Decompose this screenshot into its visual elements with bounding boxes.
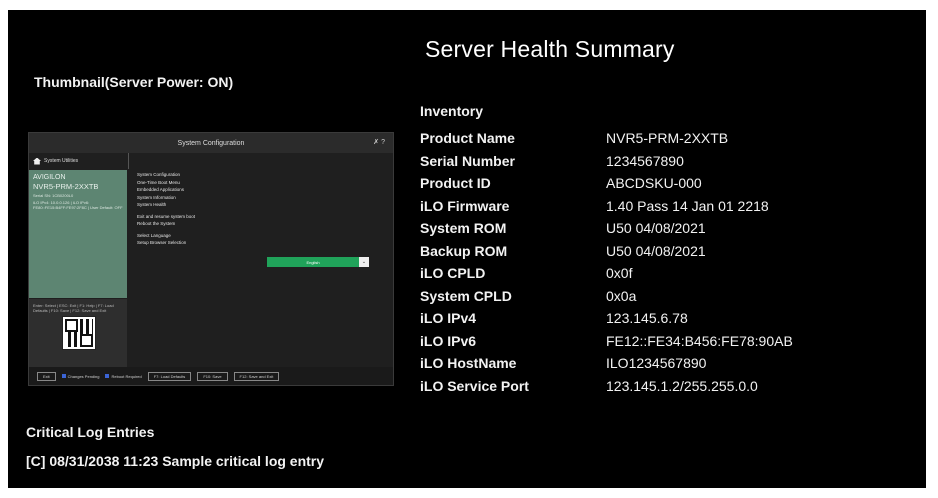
thumbnail-f7-button: F7: Load Defaults [147,371,192,381]
inventory-row: System ROM U50 04/08/2021 [420,217,793,240]
inventory-value: FE12::FE34:B456:FE78:90AB [606,332,793,349]
inventory-row: Backup ROM U50 04/08/2021 [420,240,793,263]
inventory-label: iLO CPLD [420,265,486,282]
inventory-row: Product ID ABCDSKU-000 [420,172,793,195]
inventory-label: iLO IPv4 [420,310,477,327]
inventory-label: Serial Number [420,152,515,169]
inventory-row: System CPLD 0x0a [420,285,793,308]
inventory-row: iLO CPLD 0x0f [420,262,793,285]
inventory-value: NVR5-PRM-2XXTB [606,130,729,147]
inventory-value: 123.145.6.78 [606,310,688,327]
thumbnail-menu-item: System Information [137,194,176,200]
inventory-table: Product Name NVR5-PRM-2XXTB Serial Numbe… [420,127,793,397]
page-title: Server Health Summary [425,36,675,62]
inventory-row: Product Name NVR5-PRM-2XXTB [420,127,793,150]
inventory-value: U50 04/08/2021 [606,242,706,259]
thumbnail-breadcrumb-label: System Utilities [44,158,79,164]
inventory-label: Product Name [420,130,515,147]
status-square-icon [61,374,66,379]
thumbnail-footer: Exit Changes Pending Reboot Required F7:… [29,367,393,385]
inventory-label: iLO HostName [420,355,517,372]
status-square-icon [105,374,110,379]
inventory-label: System ROM [420,220,507,237]
chevron-down-icon: ⌄ [359,257,369,267]
inventory-label: iLO Firmware [420,197,510,214]
thumbnail-keys-help: Enter: Select | ESC: Exit | F1: Help | F… [33,303,114,313]
thumbnail-f10-button: F10: Save [197,371,228,381]
thumbnail-header: System Configuration ✗ ? [29,133,393,153]
thumbnail-menu-item: System Health [137,202,167,207]
inventory-row: iLO IPv4 123.145.6.78 [420,307,793,330]
inventory-label: Product ID [420,175,491,192]
thumbnail-header-title: System Configuration [177,139,245,147]
thumbnail-reboot-required: Reboot Required [105,374,142,379]
thumbnail-exit-button: Exit [37,371,56,381]
inventory-label: iLO Service Port [420,377,529,394]
thumbnail-menu-item: Reboot the System [137,221,176,226]
inventory-value: 1.40 Pass 14 Jan 01 2218 [606,197,769,214]
home-icon [33,157,41,165]
thumbnail-breadcrumb: System Utilities [29,153,129,169]
server-screen-thumbnail[interactable]: System Configuration ✗ ? System Utilitie… [28,132,394,386]
critical-log-title: Critical Log Entries [26,424,155,440]
thumbnail-menu-item: Exit and resume system boot [137,213,196,219]
inventory-value: 123.145.1.2/255.255.0.0 [606,377,758,394]
inventory-row: iLO Firmware 1.40 Pass 14 Jan 01 2218 [420,195,793,218]
inventory-title: Inventory [420,103,484,119]
thumbnail-language-select: English [267,257,359,267]
qr-code-icon [62,316,96,350]
thumbnail-device-brand: AVIGILON [33,174,66,181]
thumbnail-device-model: NVR5-PRM-2XXTB [33,182,99,191]
inventory-value: 1234567890 [606,152,684,169]
thumbnail-changes-pending: Changes Pending [61,374,99,379]
thumbnail-device-info: iLO IPv4: 10.0.0.126 | iLO IPv6: FE80::F… [33,200,123,210]
thumbnail-menu-item: Select Language [137,232,171,238]
thumbnail-title: Thumbnail(Server Power: ON) [34,74,234,90]
inventory-row: iLO HostName ILO1234567890 [420,352,793,375]
thumbnail-device-panel: AVIGILON NVR5-PRM-2XXTB Serial SN: 1CB02… [29,170,127,298]
thumbnail-tools-icon: ✗ ? [373,139,385,146]
inventory-label: System CPLD [420,287,512,304]
inventory-label: Backup ROM [420,242,508,259]
thumbnail-device-serial: Serial SN: 1CB0200L0 [33,193,74,198]
thumbnail-menu-item: One-Time Boot Menu [137,179,180,185]
thumbnail-menu: System Configuration One-Time Boot Menu … [137,171,367,247]
inventory-label: iLO IPv6 [420,332,477,349]
inventory-value: 0x0f [606,265,633,282]
inventory-value: ILO1234567890 [606,355,707,372]
inventory-row: iLO Service Port 123.145.1.2/255.255.0.0 [420,375,793,398]
thumbnail-f12-button: F12: Save and Exit [233,371,280,381]
thumbnail-menu-item: Embedded Applications [137,187,185,192]
thumbnail-menu-item: Setup Browser Selection [137,240,187,245]
inventory-value: U50 04/08/2021 [606,220,706,237]
inventory-value: 0x0a [606,287,637,304]
thumbnail-menu-item: System Configuration [137,172,181,177]
inventory-row: iLO IPv6 FE12::FE34:B456:FE78:90AB [420,330,793,353]
server-health-screen: Thumbnail(Server Power: ON) System Confi… [8,10,926,488]
critical-log-entry: [C] 08/31/2038 11:23 Sample critical log… [26,453,325,469]
inventory-row: Serial Number 1234567890 [420,150,793,173]
inventory-value: ABCDSKU-000 [606,175,702,192]
